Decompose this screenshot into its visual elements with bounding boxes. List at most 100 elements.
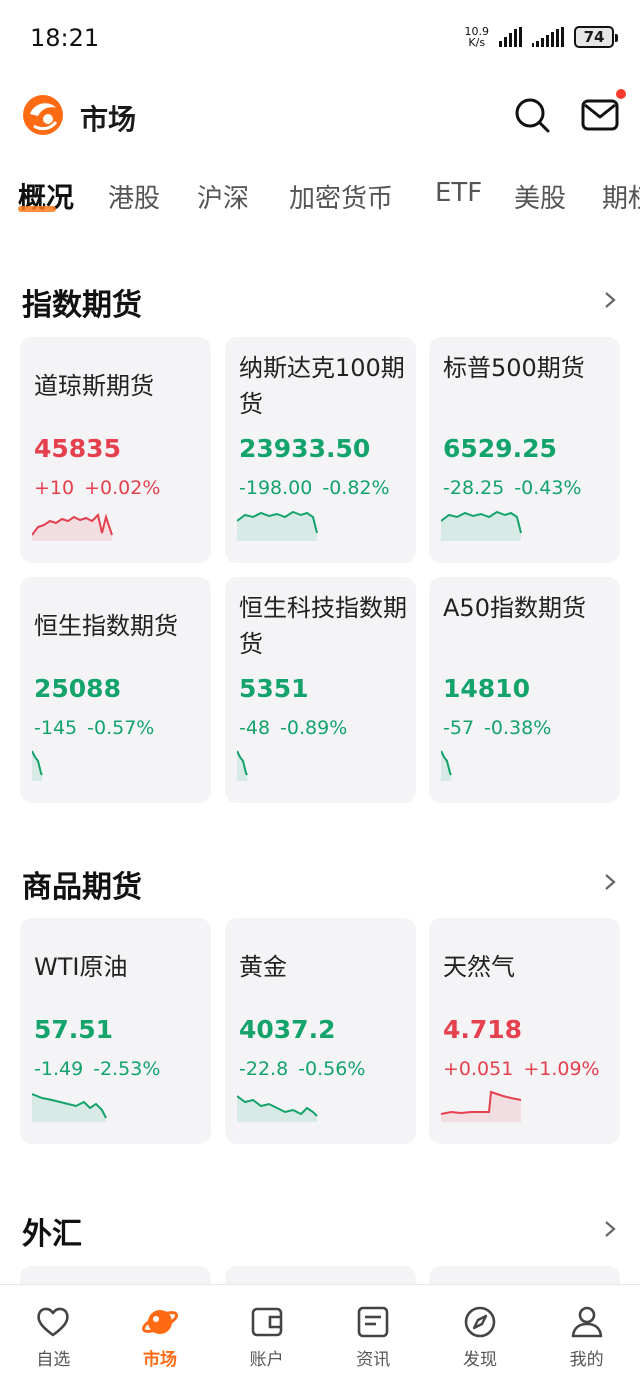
sparkline-chart [441,750,452,781]
sparkline-chart [237,510,318,541]
nav-news[interactable]: 资讯 [320,1285,427,1377]
news-icon [357,1306,389,1338]
change-value: +0.051 [443,1058,514,1080]
status-bar: 18:21 10.9 K/s 74 [0,0,640,76]
change-percent: -2.53% [93,1058,161,1080]
instrument-name: 天然气 [443,953,515,981]
bottom-navigation: 自选 市场 账户 资讯 发现 我的 [0,1284,640,1377]
tab-options[interactable]: 期权 [602,178,640,215]
change-value: -198.00 [239,477,313,499]
instrument-change: -145 -0.57% [34,717,154,739]
change-value: -28.25 [443,477,505,499]
wallet-icon [251,1307,282,1337]
quote-card[interactable]: 天然气 4.718 +0.051 +1.09% [429,918,620,1144]
change-value: -22.8 [239,1058,289,1080]
change-percent: -0.82% [322,477,390,499]
quote-card[interactable]: 恒生指数期货 25088 -145 -0.57% [20,577,211,803]
change-percent: -0.38% [484,717,552,739]
quote-card[interactable]: A50指数期货 14810 -57 -0.38% [429,577,620,803]
instrument-price: 45835 [34,434,121,463]
instrument-name: 道琼斯期货 [34,372,154,400]
sparkline-chart [237,750,248,781]
quote-card[interactable]: 黄金 4037.2 -22.8 -0.56% [225,918,416,1144]
sparkline-chart [32,1093,107,1122]
change-value: -1.49 [34,1058,84,1080]
search-icon[interactable] [512,95,552,135]
quote-card[interactable]: 纳斯达克100期货 23933.50 -198.00 -0.82% [225,337,416,563]
instrument-name: 恒生指数期货 [34,612,178,640]
mail-icon [581,99,619,131]
quote-card[interactable]: WTI原油 57.51 -1.49 -2.53% [20,918,211,1144]
instrument-price: 14810 [443,674,530,703]
change-value: -57 [443,717,475,739]
messages-button[interactable] [580,89,626,135]
planet-icon [141,1310,178,1334]
brand-logo-icon [23,95,63,135]
change-value: -48 [239,717,271,739]
instrument-price: 4037.2 [239,1015,336,1044]
compass-icon [464,1306,496,1338]
instrument-change: +0.051 +1.09% [443,1058,600,1080]
instrument-price: 5351 [239,674,309,703]
instrument-change: -1.49 -2.53% [34,1058,160,1080]
signal-icon [499,27,522,47]
instrument-name: 标普500期货 [443,354,585,382]
instrument-price: 4.718 [443,1015,523,1044]
instrument-name: A50指数期货 [443,594,586,622]
instrument-price: 25088 [34,674,121,703]
tab-etf[interactable]: ETF [435,178,482,208]
chevron-right-icon[interactable] [600,290,620,310]
page-title: 市场 [80,103,137,136]
battery-icon: 74 [574,26,618,48]
instrument-change: -57 -0.38% [443,717,551,739]
change-percent: +1.09% [523,1058,600,1080]
signal-2-icon [532,27,564,47]
instrument-change: -48 -0.89% [239,717,347,739]
tab-crypto[interactable]: 加密货币 [289,178,393,215]
app-header: 市场 [0,80,640,150]
nav-profile[interactable]: 我的 [533,1285,640,1377]
change-percent: +0.02% [84,477,161,499]
quote-card[interactable]: 恒生科技指数期货 5351 -48 -0.89% [225,577,416,803]
sparkline-chart [32,513,113,541]
user-icon [571,1306,602,1338]
change-value: +10 [34,477,75,499]
instrument-name: WTI原油 [34,953,128,981]
instrument-change: +10 +0.02% [34,477,160,499]
change-percent: -0.43% [514,477,582,499]
tab-hk-stocks[interactable]: 港股 [108,178,160,215]
sparkline-chart [237,1095,318,1122]
sparkline-chart [441,510,522,541]
status-icons: 10.9 K/s 74 [464,25,618,49]
change-percent: -0.56% [298,1058,366,1080]
nav-watchlist[interactable]: 自选 [0,1285,107,1377]
instrument-price: 6529.25 [443,434,557,463]
sparkline-chart [32,750,43,781]
instrument-name: 黄金 [239,953,287,981]
instrument-name: 纳斯达克100期货 [239,354,405,418]
change-percent: -0.57% [87,717,155,739]
tab-us-stocks[interactable]: 美股 [514,178,566,215]
status-time: 18:21 [30,24,100,52]
change-percent: -0.89% [280,717,348,739]
heart-icon [37,1307,70,1337]
section-title-forex: 外汇 [22,1217,82,1252]
nav-discover[interactable]: 发现 [427,1285,534,1377]
instrument-change: -28.25 -0.43% [443,477,581,499]
quote-card[interactable]: 道琼斯期货 45835 +10 +0.02% [20,337,211,563]
nav-market[interactable]: 市场 [107,1285,214,1377]
instrument-change: -198.00 -0.82% [239,477,390,499]
nav-account[interactable]: 账户 [213,1285,320,1377]
instrument-price: 57.51 [34,1015,114,1044]
unread-dot [616,89,626,99]
quote-card[interactable]: 标普500期货 6529.25 -28.25 -0.43% [429,337,620,563]
tab-a-shares[interactable]: 沪深 [197,178,249,215]
sparkline-chart [441,1090,522,1122]
chevron-right-icon[interactable] [600,872,620,892]
chevron-right-icon[interactable] [600,1219,620,1239]
active-tab-indicator [18,206,56,212]
net-speed: 10.9 K/s [464,25,490,49]
instrument-name: 恒生科技指数期货 [239,594,407,658]
change-value: -145 [34,717,78,739]
section-title-commodity-futures: 商品期货 [22,870,142,905]
